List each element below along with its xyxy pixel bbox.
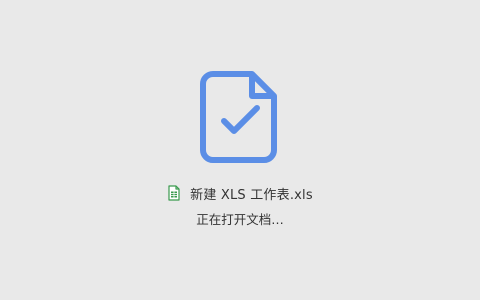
document-check-icon — [200, 71, 277, 163]
loading-status: 正在打开文档… — [196, 212, 284, 227]
document-loading-screen: 新建 XLS 工作表.xls 正在打开文档… — [0, 0, 480, 300]
file-name: 新建 XLS 工作表.xls — [190, 187, 313, 203]
file-info-row: 新建 XLS 工作表.xls — [0, 183, 480, 203]
spreadsheet-file-icon — [168, 185, 180, 201]
